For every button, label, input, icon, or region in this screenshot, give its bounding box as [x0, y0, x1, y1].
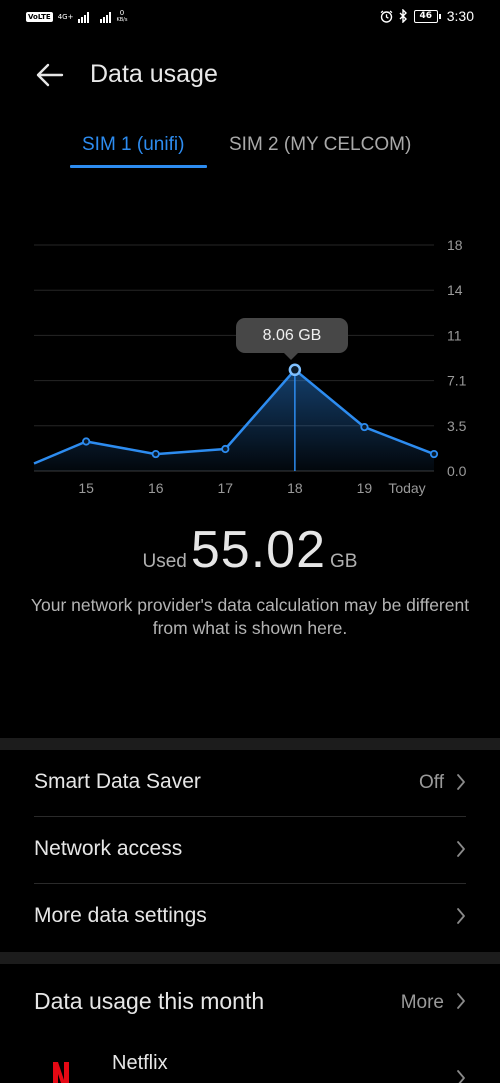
y-tick-label: 7.1: [447, 373, 467, 389]
chevron-right-icon: [457, 774, 465, 790]
more-data-settings-row[interactable]: More data settings: [0, 884, 500, 951]
data-point: [151, 449, 160, 459]
speed-value: 0: [119, 9, 125, 17]
sim-tabs: SIM 1 (unifi) SIM 2 (MY CELCOM): [0, 130, 500, 170]
y-tick-label: 0.0: [447, 463, 467, 479]
data-point: [429, 449, 439, 459]
app-header: Data usage: [0, 52, 500, 98]
disclaimer-text: Your network provider's data calculation…: [30, 595, 470, 638]
data-point: [221, 444, 230, 454]
status-left: VoLTE 4G+ 0 KB/s: [26, 10, 127, 24]
battery-level: 46: [413, 9, 438, 23]
section-divider: [0, 952, 500, 964]
section-title: Data usage this month: [34, 988, 265, 1014]
x-tick-label: Today: [388, 480, 425, 496]
tooltip-arrow: [284, 353, 298, 360]
x-tick-label: 16: [148, 480, 164, 496]
row-label: Smart Data Saver: [34, 770, 201, 793]
more-link[interactable]: More: [401, 992, 444, 1014]
x-tick-label: 18: [287, 480, 303, 496]
app-name: Netflix: [112, 1052, 168, 1074]
chevron-right-icon: [457, 841, 465, 857]
usage-chart[interactable]: 18 14 11 7.1 3.5 0.0 15 16 17 18 19 Today 8.06 GB: [0, 225, 500, 505]
volte-icon: VoLTE: [26, 12, 53, 22]
chevron-right-icon[interactable]: [456, 991, 466, 1011]
tab-sim1[interactable]: SIM 1 (unifi): [82, 134, 184, 156]
clock: 3:30: [446, 8, 474, 24]
alarm-icon: [380, 9, 393, 23]
y-tick-label: 11: [447, 327, 462, 343]
used-summary: Used 55.02 GB: [0, 520, 500, 580]
used-value: 55.02: [190, 521, 327, 579]
chart-tooltip: 8.06 GB: [236, 318, 348, 353]
network-access-row[interactable]: Network access: [0, 817, 500, 884]
chevron-right-icon: [457, 908, 465, 924]
x-tick-label: 15: [78, 480, 94, 496]
y-tick-label: 18: [447, 237, 463, 253]
network-speed: 0 KB/s: [116, 10, 127, 24]
row-label: More data settings: [34, 904, 207, 927]
chevron-right-icon: [457, 1070, 465, 1083]
y-tick-label: 3.5: [447, 418, 467, 434]
used-label: Used: [142, 551, 187, 572]
highlight-point: [288, 363, 302, 377]
section-divider: [0, 738, 500, 750]
x-tick-label: 17: [218, 480, 234, 496]
bluetooth-icon: [399, 9, 407, 23]
battery-icon: 46: [413, 9, 441, 23]
series-area: [34, 369, 434, 471]
speed-unit: KB/s: [116, 17, 128, 23]
signal-icon: [78, 11, 90, 23]
y-tick-label: 14: [447, 282, 463, 298]
arrow-left-icon: [36, 63, 64, 87]
x-tick-label: 19: [357, 480, 373, 496]
network-type: 4G+: [57, 12, 74, 21]
data-point: [82, 437, 91, 446]
status-right: 46 3:30: [380, 8, 474, 24]
data-point: [360, 422, 369, 432]
usage-chart-svg: 18 14 11 7.1 3.5 0.0 15 16 17 18 19 Today: [33, 237, 467, 496]
signal-icon-sim2: [100, 11, 112, 23]
row-value: Off: [419, 772, 444, 793]
used-unit: GB: [330, 551, 358, 572]
status-bar: VoLTE 4G+ 0 KB/s 46 3:30: [0, 0, 500, 36]
smart-data-saver-row[interactable]: Smart Data Saver Off: [0, 750, 500, 817]
tab-indicator: [70, 165, 207, 168]
page-title: Data usage: [90, 60, 218, 88]
monthly-usage-header: Data usage this month More: [0, 976, 500, 1028]
tab-sim2[interactable]: SIM 2 (MY CELCOM): [229, 134, 411, 156]
app-usage-row[interactable]: Netflix: [0, 1040, 500, 1083]
row-label: Network access: [34, 837, 183, 860]
back-button[interactable]: [32, 58, 66, 92]
netflix-icon: [53, 1062, 69, 1083]
